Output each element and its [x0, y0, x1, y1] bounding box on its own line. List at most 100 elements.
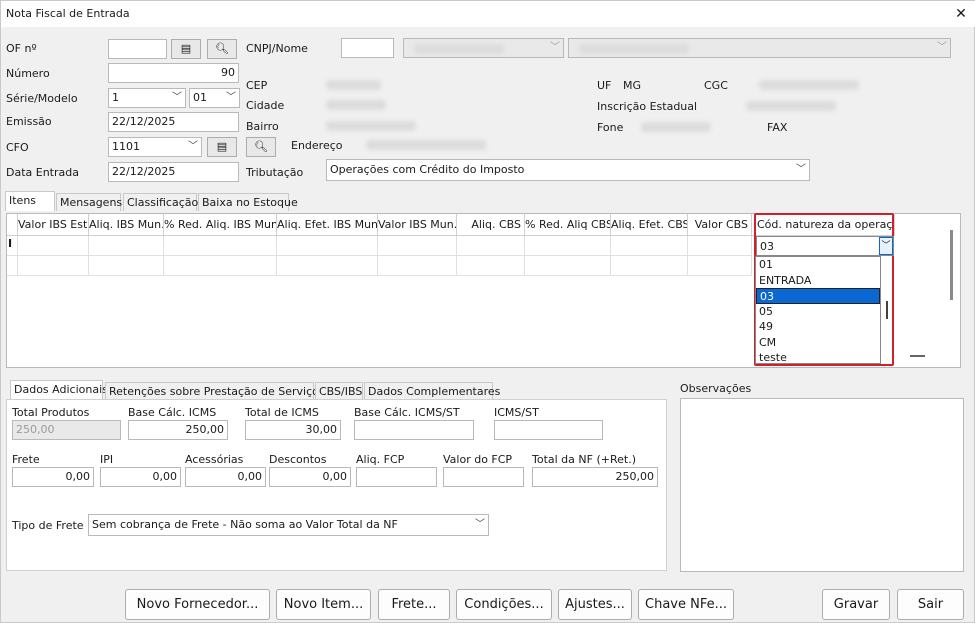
tributacao-value: Operações com Crédito do Imposto: [330, 163, 525, 176]
table-cell[interactable]: [18, 256, 89, 276]
chevron-down-icon: ﹀: [550, 42, 560, 53]
table-cell[interactable]: [277, 236, 378, 256]
observacoes-textarea[interactable]: [680, 398, 964, 572]
tipo-frete-label: Tipo de Frete: [12, 519, 84, 532]
col-valor-cbs[interactable]: Valor CBS: [688, 214, 752, 236]
col-red-aliq-ibs-mun[interactable]: % Red. Aliq. IBS Mun.: [164, 214, 277, 236]
uf-value: MG: [623, 79, 642, 92]
tab-cbs-ibs[interactable]: CBS/IBS: [315, 382, 363, 400]
table-cell[interactable]: [89, 256, 164, 276]
chevron-down-icon: ﹀: [172, 92, 182, 103]
table-cell[interactable]: [89, 236, 164, 256]
valor-fcp-field[interactable]: [443, 467, 524, 487]
cfo-label: CFO: [6, 141, 29, 154]
frete-button[interactable]: Frete...: [378, 589, 450, 620]
col-valor-ibs-est[interactable]: Valor IBS Est.: [18, 214, 89, 236]
tipo-frete-select[interactable]: Sem cobrança de Frete - Não soma ao Valo…: [88, 514, 489, 536]
total-icms-field[interactable]: 30,00: [245, 420, 341, 440]
dropdown-option-selected[interactable]: 03: [756, 288, 880, 304]
ipi-field[interactable]: 0,00: [100, 467, 181, 487]
data-entrada-input[interactable]: 22/12/2025: [108, 162, 239, 182]
total-nf-field[interactable]: 250,00: [532, 467, 658, 487]
col-valor-ibs-mun[interactable]: Valor IBS Mun.: [378, 214, 457, 236]
of-list-button[interactable]: ▤: [171, 39, 201, 59]
tributacao-select[interactable]: Operações com Crédito do Imposto ﹀: [326, 159, 810, 181]
chevron-down-icon[interactable]: ﹀: [879, 237, 893, 255]
blurred-text: [414, 44, 504, 54]
emissao-input[interactable]: 22/12/2025: [108, 112, 239, 132]
col-aliq-efet-cbs[interactable]: Aliq. Efet. CBS: [611, 214, 688, 236]
aliq-fcp-field[interactable]: [356, 467, 437, 487]
of-input[interactable]: [108, 39, 167, 59]
cnpj-value-field[interactable]: ﹀: [403, 38, 564, 58]
dropdown-option[interactable]: 49: [756, 319, 880, 335]
tab-dados-complementares[interactable]: Dados Complementares: [364, 382, 500, 400]
ajustes-button[interactable]: Ajustes...: [558, 589, 632, 620]
col-aliq-cbs[interactable]: Aliq. CBS: [457, 214, 525, 236]
cfo-select[interactable]: 1101 ﹀: [108, 137, 202, 157]
cnpj-input[interactable]: [341, 38, 394, 58]
base-icms-st-field[interactable]: [354, 420, 474, 440]
ipi-label: IPI: [100, 453, 114, 466]
endereco-search-button[interactable]: 🔍︎: [246, 137, 276, 157]
modelo-select[interactable]: 01 ﹀: [189, 88, 240, 108]
close-icon[interactable]: ✕: [947, 1, 975, 27]
observacoes-label: Observações: [680, 382, 752, 395]
tab-retencoes[interactable]: Retenções sobre Prestação de Serviços: [105, 382, 325, 400]
table-cell[interactable]: [688, 256, 752, 276]
descontos-field[interactable]: 0,00: [269, 467, 351, 487]
serie-select[interactable]: 1 ﹀: [108, 88, 186, 108]
search-icon: 🔍︎: [254, 140, 268, 153]
base-icms-field[interactable]: 250,00: [128, 420, 228, 440]
dropdown-option[interactable]: ENTRADA: [756, 273, 880, 289]
table-cell[interactable]: [378, 256, 457, 276]
row-header: [7, 256, 18, 276]
table-cell[interactable]: [525, 236, 611, 256]
fone-label: Fone: [597, 121, 624, 134]
natureza-dropdown-list[interactable]: 01 ENTRADA 03 05 49 CM teste: [755, 256, 881, 364]
acessorias-field[interactable]: 0,00: [185, 467, 266, 487]
horizontal-scrollbar[interactable]: [910, 355, 925, 357]
novo-item-button[interactable]: Novo Item...: [276, 589, 371, 620]
natureza-combo[interactable]: 03 ﹀: [756, 236, 894, 256]
cfo-list-button[interactable]: ▤: [207, 137, 237, 157]
gravar-button[interactable]: Gravar: [822, 589, 890, 620]
condicoes-button[interactable]: Condições...: [456, 589, 552, 620]
tab-mensagens[interactable]: Mensagens: [56, 193, 122, 211]
tab-baixa-estoque[interactable]: Baixa no Estoque: [198, 193, 298, 211]
chave-nfe-button[interactable]: Chave NFe...: [638, 589, 734, 620]
sair-button[interactable]: Sair: [897, 589, 964, 620]
vertical-scrollbar[interactable]: [950, 230, 953, 300]
col-red-aliq-cbs[interactable]: % Red. Aliq CBS: [525, 214, 611, 236]
table-cell[interactable]: [457, 256, 525, 276]
icms-st-field[interactable]: [494, 420, 603, 440]
nome-field[interactable]: ﹀: [568, 38, 951, 58]
tab-dados-adicionais[interactable]: Dados Adicionais: [10, 380, 108, 400]
dropdown-option[interactable]: CM: [756, 335, 880, 351]
table-cell[interactable]: [457, 236, 525, 256]
dropdown-option[interactable]: 01: [756, 257, 880, 273]
dropdown-scrollbar[interactable]: [886, 301, 888, 319]
numero-input[interactable]: 90: [108, 63, 239, 83]
tab-classificacao[interactable]: Classificação: [123, 193, 198, 211]
table-cell[interactable]: [164, 236, 277, 256]
table-cell[interactable]: [277, 256, 378, 276]
col-aliq-ibs-mun[interactable]: Aliq. IBS Mun.: [89, 214, 164, 236]
col-aliq-efet-ibs-mun[interactable]: Aliq. Efet. IBS Mun.: [277, 214, 378, 236]
table-cell[interactable]: [688, 236, 752, 256]
table-cell[interactable]: [525, 256, 611, 276]
table-cell[interactable]: [611, 256, 688, 276]
novo-fornecedor-button[interactable]: Novo Fornecedor...: [125, 589, 270, 620]
table-cell[interactable]: [611, 236, 688, 256]
dropdown-option[interactable]: 05: [756, 304, 880, 320]
of-search-button[interactable]: 🔍︎: [207, 39, 237, 59]
table-cell[interactable]: [378, 236, 457, 256]
dropdown-option[interactable]: teste: [756, 350, 880, 366]
frete-field[interactable]: 0,00: [12, 467, 94, 487]
table-cell[interactable]: [164, 256, 277, 276]
table-cell[interactable]: [18, 236, 89, 256]
blurred-text: [579, 44, 689, 54]
search-icon: 🔍︎: [215, 42, 229, 55]
acessorias-label: Acessórias: [185, 453, 244, 466]
tab-itens[interactable]: Itens: [5, 191, 55, 211]
